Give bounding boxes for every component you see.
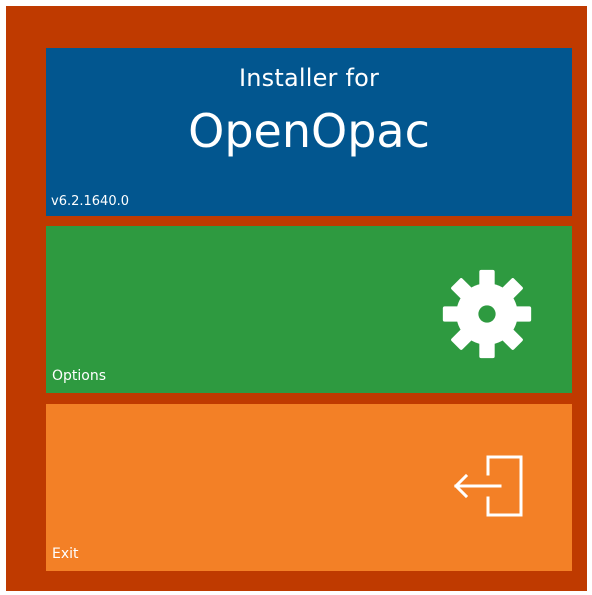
options-label: Options [52,368,107,384]
header-tile: Installer for OpenOpac v6.2.1640.0 [46,48,572,216]
product-name: OpenOpac [188,104,430,158]
exit-label: Exit [52,546,79,562]
options-tile[interactable]: Options [46,226,572,393]
installer-window: Installer for OpenOpac v6.2.1640.0 Optio… [6,6,587,591]
version-label: v6.2.1640.0 [51,194,129,209]
exit-icon [453,455,523,517]
gear-icon [442,269,532,359]
exit-tile[interactable]: Exit [46,404,572,571]
installer-subtitle: Installer for [238,64,380,92]
